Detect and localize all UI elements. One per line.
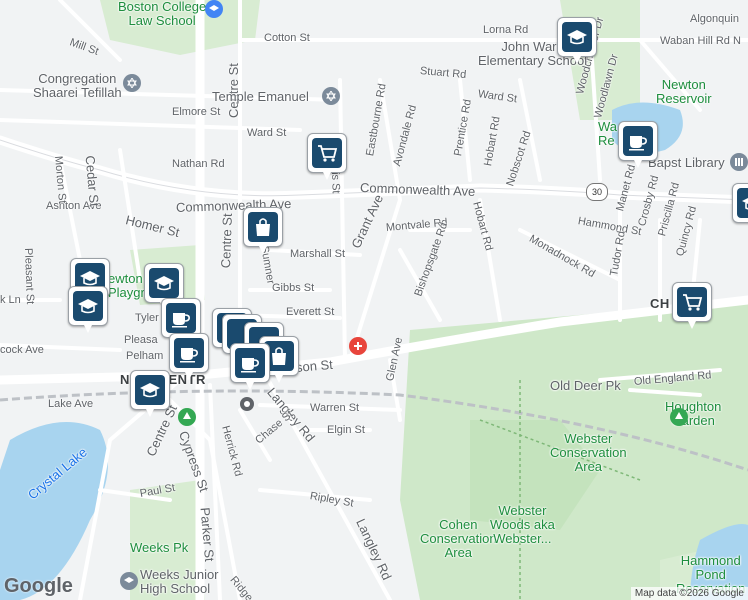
pin-grocery[interactable] — [672, 282, 712, 329]
park-icon — [670, 408, 688, 426]
pin-school[interactable] — [144, 263, 184, 310]
pin-school[interactable] — [732, 183, 748, 223]
street-label: Lake Ave — [48, 398, 94, 410]
train-station-icon — [240, 397, 254, 411]
place-label: Webster Conservation Area — [550, 431, 627, 474]
pin-school[interactable] — [557, 17, 597, 64]
street-label: k Ln — [0, 294, 21, 306]
pin-school[interactable] — [68, 286, 108, 333]
place-label: Webster Woods aka Webster... — [490, 503, 555, 546]
pin-grocery[interactable] — [307, 133, 347, 180]
map-data-credit[interactable]: Map data ©2026 Google — [630, 587, 748, 600]
place-label: Newton Reservoir — [656, 77, 712, 106]
pin-shopping[interactable] — [243, 207, 283, 254]
place-label: ewton Playgr — [108, 271, 145, 300]
pin-coffee[interactable] — [618, 121, 658, 168]
street-label: Gibbs St — [272, 282, 315, 294]
place-label: Congregation Shaarei Tefillah — [33, 71, 122, 100]
synagogue-icon — [123, 74, 141, 92]
street-label: Elmore St — [172, 106, 221, 118]
street-label: Tyler — [135, 312, 159, 324]
pin-school[interactable] — [130, 370, 170, 417]
university-icon — [205, 0, 223, 18]
school-icon — [140, 383, 160, 398]
place-label: Weeks Pk — [130, 540, 189, 555]
park-icon — [178, 408, 196, 426]
street-label: Ward St — [247, 127, 287, 139]
school-icon — [120, 572, 138, 590]
place-label: Boston College Law School — [118, 0, 207, 28]
street-label: Algonquin — [690, 13, 739, 25]
street-label: Lorna Rd — [483, 24, 529, 36]
pin-coffee[interactable] — [230, 343, 270, 390]
street-label: Marshall St — [290, 248, 346, 260]
school-icon — [154, 276, 174, 291]
school-icon — [567, 30, 587, 45]
grocery-cart-icon — [683, 294, 703, 311]
coffee-cup-icon — [629, 136, 647, 151]
pin-coffee[interactable] — [161, 298, 201, 345]
street-label: Pleasa — [124, 334, 158, 346]
place-label: Wa Re — [598, 119, 618, 148]
place-label: Temple Emanuel — [212, 89, 309, 104]
google-logo: Google — [4, 575, 73, 597]
street-label: Warren St — [310, 402, 360, 414]
street-label: Waban Hill Rd N — [660, 35, 741, 47]
school-icon — [742, 198, 748, 210]
coffee-cup-icon — [180, 348, 198, 363]
route-shield: 30 — [586, 183, 608, 201]
street-label: Pleasant St — [22, 247, 36, 305]
street-label: Pelham — [126, 350, 164, 362]
grocery-cart-icon — [318, 145, 338, 162]
library-icon — [730, 153, 748, 171]
street-label: Nathan Rd — [172, 158, 225, 170]
place-label: Bapst Library — [648, 155, 725, 170]
place-label: Weeks Junior High School — [140, 567, 219, 596]
street-label: Elgin St — [327, 424, 365, 436]
coffee-cup-icon — [241, 358, 259, 373]
map-canvas[interactable]: Mill St Cotton St Lorna Rd Algonquin Stu… — [0, 0, 748, 600]
street-label: son St — [295, 356, 334, 375]
street-label: Everett St — [286, 306, 335, 318]
pin-coffee[interactable] — [169, 333, 209, 380]
street-label: Centre St — [218, 213, 235, 269]
street-label: Old Deer Pk — [550, 378, 621, 393]
place-label: Cohen Conservation Area — [420, 517, 497, 560]
shopping-bag-icon — [256, 218, 270, 236]
street-label: cock Ave — [0, 344, 44, 356]
school-icon — [78, 299, 98, 314]
coffee-cup-icon — [172, 313, 190, 328]
shopping-bag-icon — [272, 347, 286, 365]
street-label: Cotton St — [264, 32, 310, 44]
synagogue-icon — [322, 87, 340, 105]
hospital-icon[interactable] — [349, 337, 367, 355]
